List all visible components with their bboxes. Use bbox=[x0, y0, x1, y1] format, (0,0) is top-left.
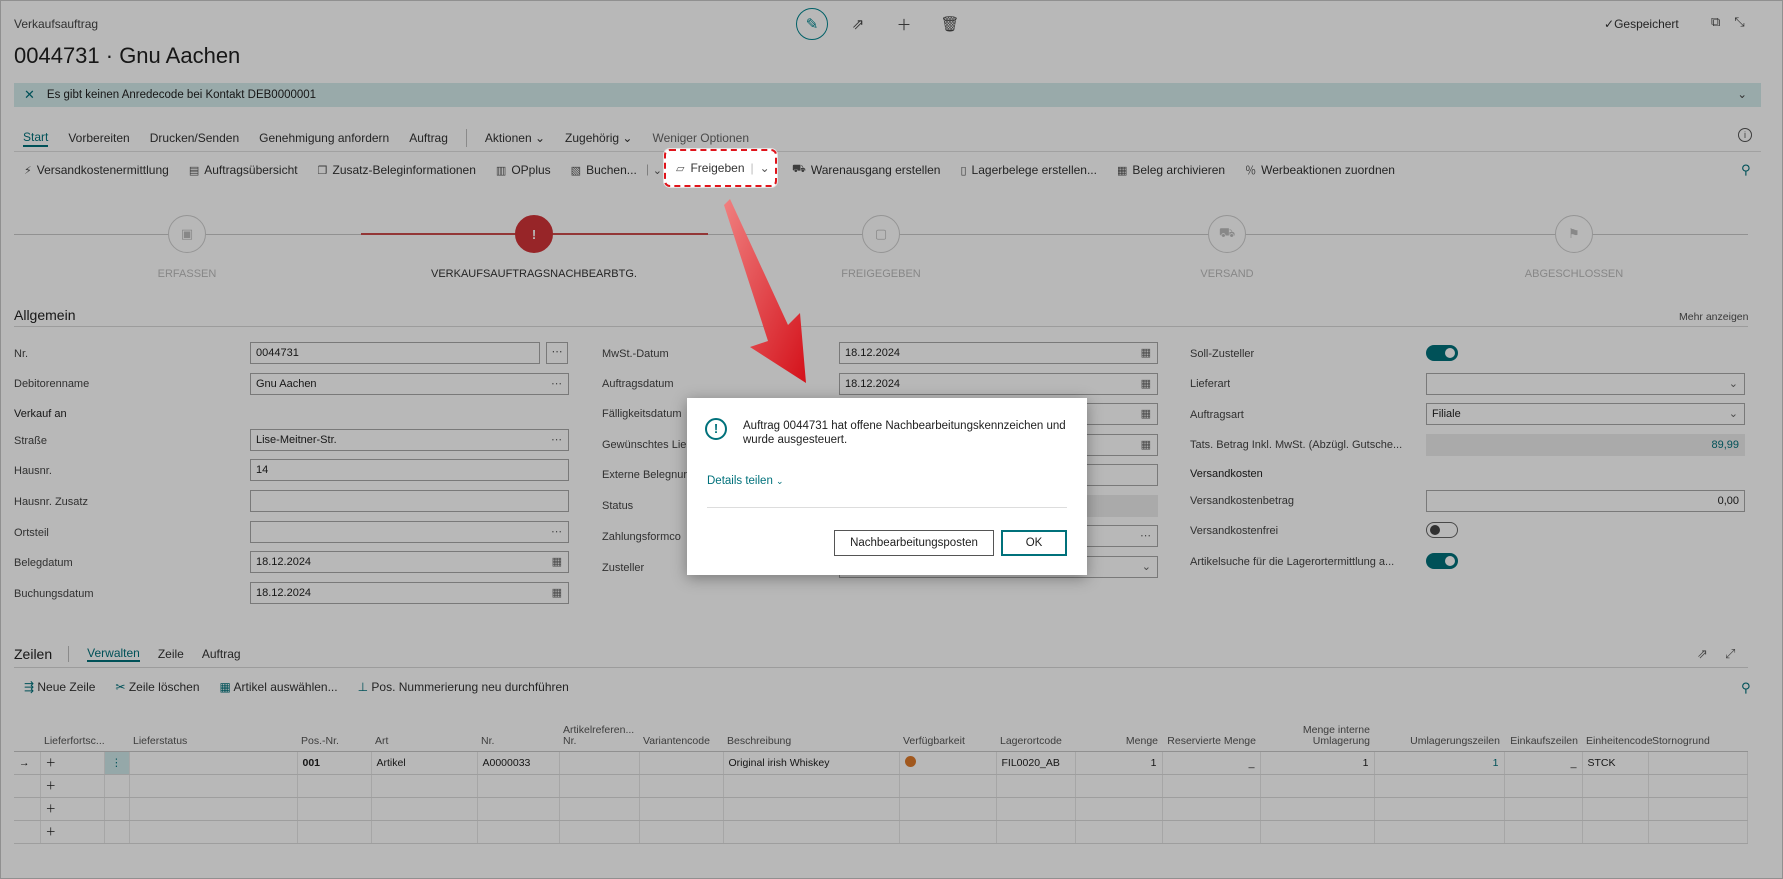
release-icon: ▱ bbox=[676, 162, 685, 175]
divider: | bbox=[750, 161, 754, 175]
info-exclamation-icon: ! bbox=[705, 418, 727, 440]
nachbearbeitungsposten-button[interactable]: Nachbearbeitungsposten bbox=[834, 530, 994, 556]
divider bbox=[707, 507, 1067, 508]
message-dialog: ! Auftrag 0044731 hat offene Nachbearbei… bbox=[687, 398, 1087, 575]
action-freigeben[interactable]: ▱ Freigeben | ⌄ bbox=[676, 161, 770, 175]
annotation-arrow bbox=[724, 199, 806, 383]
dialog-message: Auftrag 0044731 hat offene Nachbearbeitu… bbox=[743, 420, 1066, 446]
ok-button[interactable]: OK bbox=[1001, 530, 1067, 556]
details-link[interactable]: Details teilen ⌄ bbox=[707, 475, 784, 487]
chevron-down-icon[interactable]: ⌄ bbox=[760, 161, 770, 175]
chevron-down-icon: ⌄ bbox=[776, 476, 784, 486]
